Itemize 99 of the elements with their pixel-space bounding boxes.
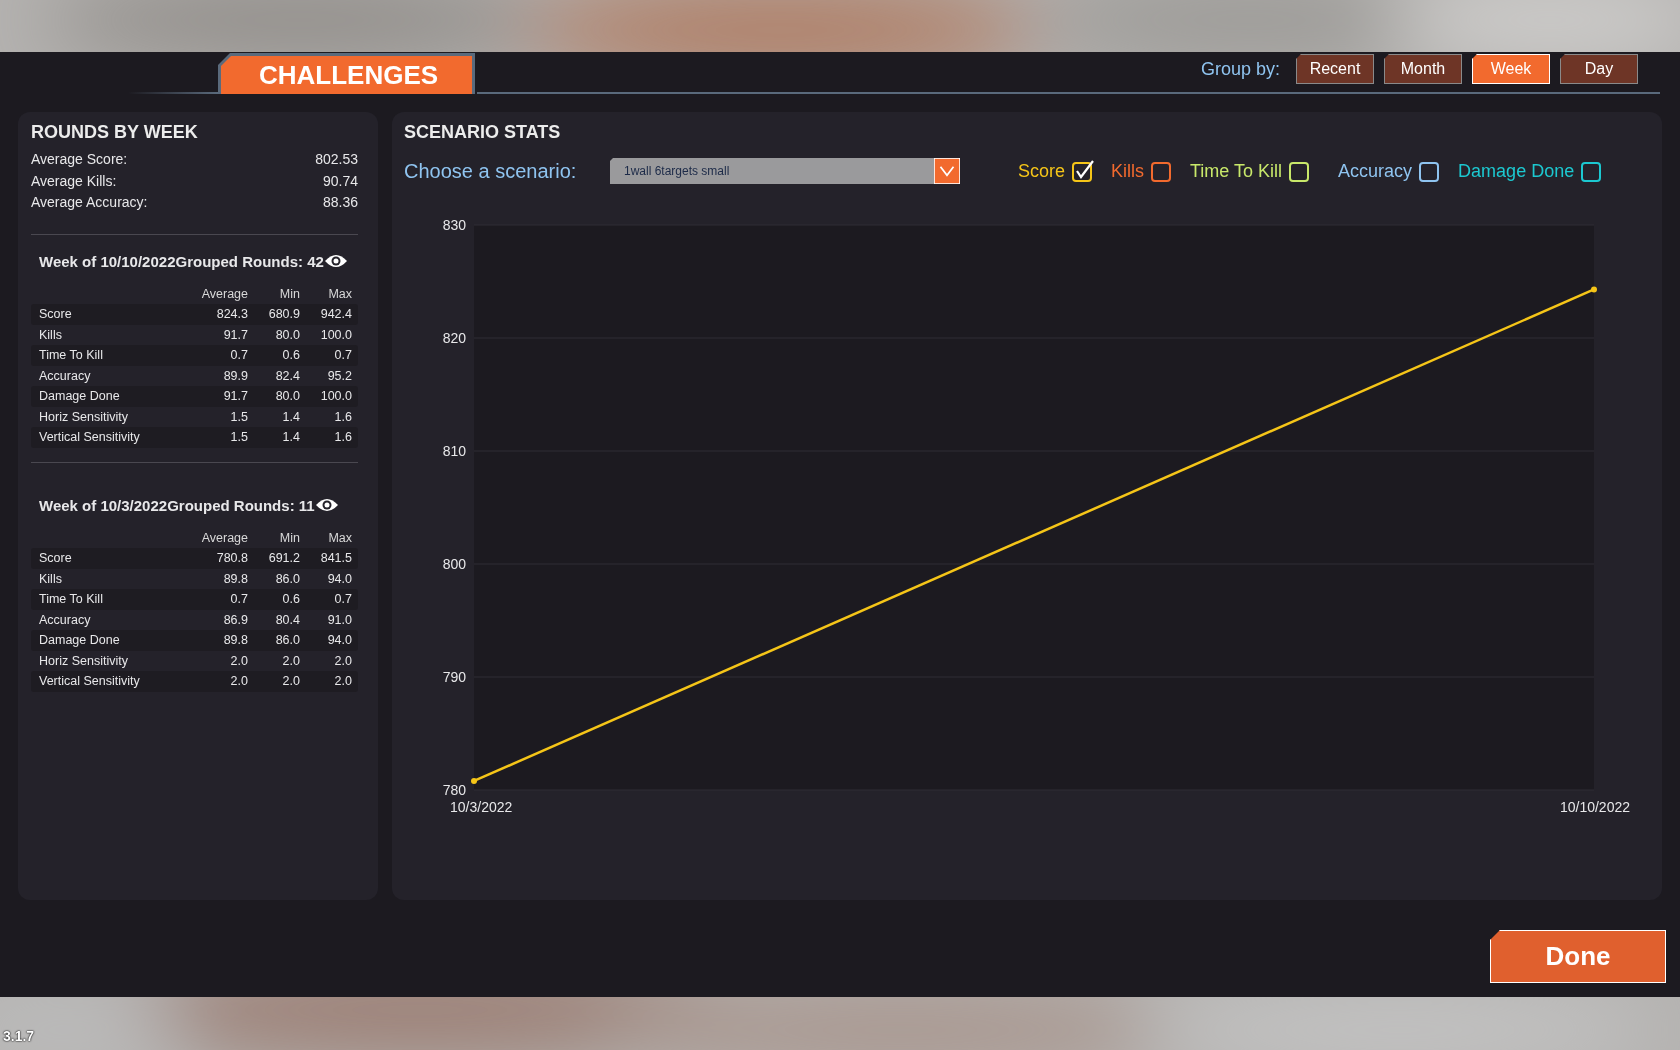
table-cell-text: 1.4 — [281, 430, 300, 445]
table-cell-text: 841.5 — [319, 551, 352, 566]
table-cell-text: Horiz Sensitivity — [39, 653, 129, 668]
table-cell-text: 0.6 — [281, 348, 300, 363]
column-header: Max — [327, 530, 352, 545]
dropdown-caret-icon[interactable] — [934, 158, 960, 184]
stat-value: 90.74 — [322, 171, 358, 191]
checked-checkbox[interactable] — [1071, 159, 1096, 183]
scenario-dropdown[interactable]: 1wall 6targets small — [610, 158, 960, 184]
y-tick-label: 780 — [442, 782, 466, 798]
table-cell-text: Accuracy — [39, 612, 92, 627]
table-cell-text: Score — [39, 551, 73, 566]
table-cell-text: 0.7 — [229, 592, 248, 607]
stat-label: Average Accuracy: — [31, 193, 148, 212]
week-title: Week of 10/10/2022Grouped Rounds: 42 — [39, 252, 324, 270]
table-cell-text: 1.6 — [333, 409, 352, 424]
group-by-label: Group by: — [1200, 58, 1280, 80]
table-cell-text: 86.0 — [274, 571, 300, 586]
table-cell-text: Vertical Sensitivity — [39, 674, 141, 689]
y-tick-label: 830 — [442, 217, 466, 233]
table-cell-text: Kills — [39, 327, 63, 342]
table-cell-text: 0.7 — [333, 592, 352, 607]
version-label: 3.1.7 — [3, 1028, 35, 1044]
table-cell-text: 0.7 — [333, 348, 352, 363]
legend-label: Kills — [1111, 160, 1145, 182]
table-cell-text: 2.0 — [333, 674, 352, 689]
y-tick-label: 820 — [442, 330, 466, 346]
y-tick-label: 790 — [442, 669, 466, 685]
scenario-label: Choose a scenario: — [404, 159, 578, 183]
table-cell-text: Score — [39, 307, 73, 322]
legend-label: Damage Done — [1458, 160, 1575, 182]
group-by-button[interactable]: Week — [1472, 54, 1550, 84]
table-cell-text: 691.2 — [267, 551, 300, 566]
table-cell-text: 89.8 — [222, 633, 248, 648]
x-tick-label: 10/3/2022 — [450, 799, 513, 815]
table-cell-text: 94.0 — [326, 633, 352, 648]
legend-label: Time To Kill — [1190, 160, 1283, 182]
table-cell-text: 94.0 — [326, 571, 352, 586]
table-cell-text: Time To Kill — [39, 592, 104, 607]
table-cell-text: 91.0 — [326, 612, 352, 627]
table-cell-text: Kills — [39, 571, 63, 586]
done-button[interactable]: Done — [1490, 930, 1666, 983]
table-cell-text: 91.7 — [222, 327, 248, 342]
stat-label: Average Kills: — [31, 171, 117, 191]
column-header: Min — [278, 286, 300, 301]
y-tick-label: 800 — [442, 556, 466, 572]
table-cell-text: 2.0 — [281, 674, 300, 689]
panel-title: ROUNDS BY WEEK — [31, 122, 199, 143]
table-cell-text: 95.2 — [326, 368, 352, 383]
table-cell-text: Time To Kill — [39, 348, 104, 363]
eye-icon[interactable] — [314, 497, 339, 513]
table-cell-text: 942.4 — [319, 307, 352, 322]
table-cell-text: 100.0 — [319, 327, 352, 342]
table-cell-text: 2.0 — [229, 674, 248, 689]
stat-label: Average Score: — [31, 150, 128, 169]
table-cell-text: 89.9 — [222, 368, 248, 383]
table-cell-text: 89.8 — [222, 571, 248, 586]
table-cell-text: 86.0 — [274, 633, 300, 648]
table-cell-text: 80.0 — [274, 389, 300, 404]
week-title: Week of 10/3/2022Grouped Rounds: 11 — [39, 496, 315, 514]
table-cell-text: 780.8 — [215, 551, 248, 566]
eye-icon[interactable] — [323, 253, 348, 269]
table-cell-text: 2.0 — [333, 653, 352, 668]
table-cell-text: 1.5 — [229, 430, 248, 445]
group-by-button[interactable]: Day — [1560, 54, 1638, 84]
table-cell-text: 2.0 — [229, 653, 248, 668]
legend-label: Score — [1018, 160, 1066, 182]
column-header: Average — [200, 530, 248, 545]
legend-label: Accuracy — [1338, 160, 1413, 182]
group-by-button[interactable]: Month — [1384, 54, 1462, 84]
table-cell-text: 1.4 — [281, 409, 300, 424]
table-cell-text: 80.4 — [274, 612, 300, 627]
table-cell-text: 0.7 — [229, 348, 248, 363]
table-cell-text: Damage Done — [39, 389, 121, 404]
group-by-button[interactable]: Recent — [1296, 54, 1374, 84]
stat-value: 802.53 — [315, 150, 358, 169]
column-header: Min — [278, 530, 300, 545]
table-cell-text: 100.0 — [319, 389, 352, 404]
y-tick-label: 810 — [442, 443, 466, 459]
table-cell-text: 824.3 — [215, 307, 248, 322]
table-cell-text: 80.0 — [274, 327, 300, 342]
column-header: Max — [327, 286, 352, 301]
table-cell-text: 1.5 — [229, 409, 248, 424]
table-cell-text: Accuracy — [39, 368, 92, 383]
panel-title: SCENARIO STATS — [404, 122, 562, 143]
table-cell-text: 1.6 — [333, 430, 352, 445]
table-cell-text: 86.9 — [222, 612, 248, 627]
table-cell-text: 680.9 — [267, 307, 300, 322]
table-cell-text: 2.0 — [281, 653, 300, 668]
challenges-tab[interactable]: CHALLENGES — [221, 56, 473, 94]
table-cell-text: Damage Done — [39, 633, 121, 648]
table-cell-text: 0.6 — [281, 592, 300, 607]
x-tick-label: 10/10/2022 — [1559, 799, 1630, 815]
table-cell-text: 82.4 — [274, 368, 300, 383]
stat-value: 88.36 — [322, 193, 358, 212]
table-cell-text: Horiz Sensitivity — [39, 409, 129, 424]
column-header: Average — [200, 286, 248, 301]
table-cell-text: 91.7 — [222, 389, 248, 404]
table-cell-text: Vertical Sensitivity — [39, 430, 141, 445]
